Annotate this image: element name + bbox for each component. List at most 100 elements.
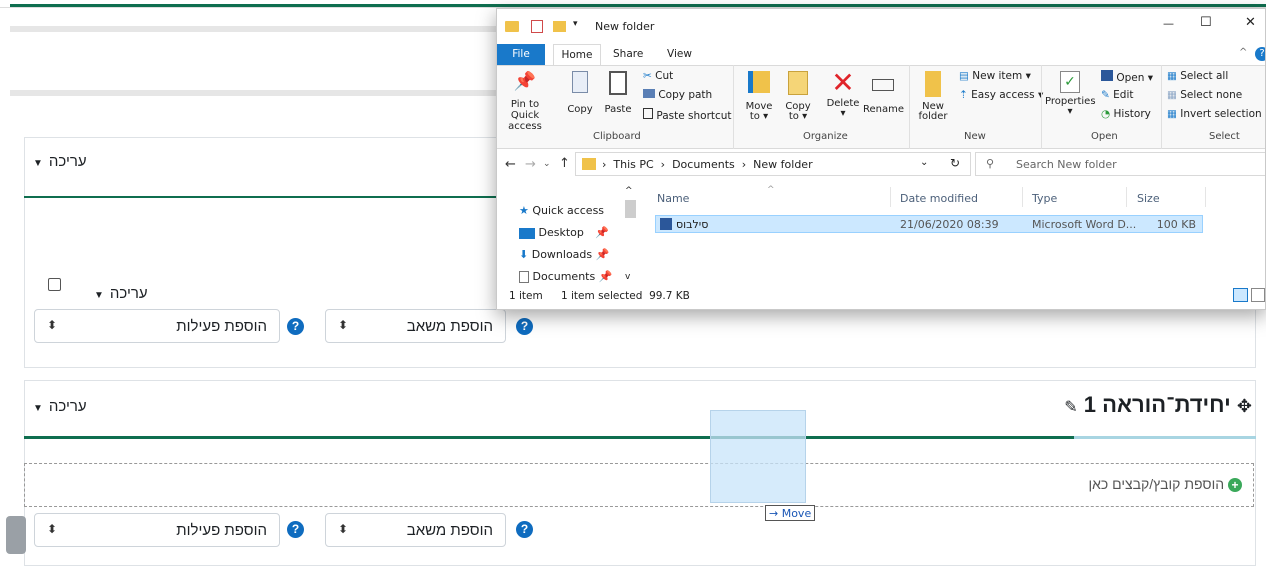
column-header-size[interactable]: Size: [1137, 192, 1160, 205]
up-icon[interactable]: ↑: [559, 156, 570, 171]
copy-path-button[interactable]: Copy path: [643, 89, 712, 101]
caret-down-icon: ▼: [94, 290, 104, 301]
column-header-name[interactable]: Name: [657, 192, 689, 205]
properties-icon: ✓: [1060, 71, 1080, 93]
minimize-button[interactable]: —: [1163, 17, 1174, 30]
close-button[interactable]: ✕: [1245, 15, 1256, 30]
add-activity-select[interactable]: ⬍ הוספת פעילות: [34, 309, 280, 343]
column-header-type[interactable]: Type: [1032, 192, 1057, 205]
select-arrow-icon: ⬍: [47, 318, 58, 332]
pin-icon: 📌: [595, 226, 610, 239]
move-to-icon: [748, 71, 770, 93]
file-drop-zone[interactable]: [24, 463, 1254, 507]
refresh-icon[interactable]: ↻: [950, 156, 960, 170]
help-icon[interactable]: ?: [287, 318, 304, 335]
word-doc-icon: [660, 218, 672, 230]
scroll-thumb[interactable]: [625, 200, 636, 218]
help-icon[interactable]: ?: [516, 521, 533, 538]
help-icon[interactable]: ?: [287, 521, 304, 538]
address-dropdown-icon[interactable]: ⌄: [920, 157, 928, 168]
rename-button[interactable]: Rename: [863, 71, 904, 115]
move-icon[interactable]: ✥: [1237, 396, 1252, 416]
properties-button[interactable]: ✓ Properties ▾: [1045, 71, 1096, 117]
select-all-icon: ▦: [1167, 70, 1177, 82]
select-none-icon: ▦: [1167, 89, 1177, 101]
delete-button[interactable]: ✕ Delete ▾: [823, 67, 863, 119]
back-icon[interactable]: ←: [505, 157, 516, 172]
drawer-toggle-handle[interactable]: [6, 516, 26, 554]
forward-icon[interactable]: →: [525, 157, 536, 172]
add-activity-select[interactable]: ⬍ הוספת פעילות: [34, 513, 280, 547]
history-icon: ◔: [1101, 108, 1111, 120]
tab-home[interactable]: Home: [553, 44, 601, 66]
group-label-select: Select: [1209, 131, 1240, 142]
large-icons-view-icon[interactable]: [1251, 288, 1265, 302]
easy-access-icon: ⇡: [959, 89, 968, 101]
file-explorer-window[interactable]: ▾ New folder — ☐ ✕ File Home Share View …: [496, 8, 1266, 310]
new-folder-button[interactable]: New folder: [915, 71, 951, 122]
nav-scrollbar[interactable]: ^ v: [623, 186, 637, 286]
column-divider[interactable]: [1126, 187, 1127, 207]
activity-edit-menu[interactable]: ▼ עריכה: [94, 285, 148, 302]
copy-button[interactable]: Copy: [565, 71, 595, 115]
recent-dropdown-icon[interactable]: ⌄: [543, 159, 551, 169]
history-button[interactable]: ◔ History: [1101, 108, 1151, 120]
folder-icon: [582, 158, 596, 170]
edit-icon: ✎: [1101, 89, 1110, 101]
details-view-icon[interactable]: [1233, 288, 1248, 302]
invert-selection-button[interactable]: ▦ Invert selection: [1167, 108, 1262, 120]
search-input[interactable]: Search New folder: [1016, 158, 1117, 171]
new-item-icon: ▤: [959, 70, 969, 82]
column-divider[interactable]: [890, 187, 891, 207]
drop-zone-label: + הוספת קובץ/קבצים כאן: [1088, 476, 1242, 492]
address-bar[interactable]: › This PC › Documents › New folder ⌄ ↻: [575, 152, 971, 176]
scroll-up-icon[interactable]: ^: [625, 186, 633, 196]
column-header-date[interactable]: Date modified: [900, 192, 978, 205]
breadcrumb[interactable]: › This PC › Documents › New folder: [602, 158, 813, 171]
nav-downloads[interactable]: ⬇ Downloads 📌: [519, 248, 609, 261]
file-row[interactable]: סילבוס 21/06/2020 08:39 Microsoft Word D…: [655, 215, 1203, 233]
edit-button[interactable]: ✎ Edit: [1101, 89, 1134, 101]
maximize-button[interactable]: ☐: [1200, 15, 1212, 30]
paste-button[interactable]: Paste: [603, 71, 633, 115]
pencil-icon[interactable]: ✎: [1064, 399, 1077, 416]
nav-desktop[interactable]: Desktop 📌: [519, 226, 609, 239]
column-divider[interactable]: [1022, 187, 1023, 207]
help-icon[interactable]: ?: [1255, 47, 1265, 61]
section-edit-menu[interactable]: ▼ עריכה: [33, 153, 87, 170]
star-icon: ★: [519, 204, 529, 217]
group-label-clipboard: Clipboard: [593, 131, 641, 142]
scroll-down-icon[interactable]: v: [625, 272, 630, 282]
nav-documents[interactable]: Documents 📌: [519, 270, 612, 283]
easy-access-button[interactable]: ⇡ Easy access ▾: [959, 89, 1043, 101]
add-resource-select[interactable]: ⬍ הוספת משאב: [325, 513, 506, 547]
new-folder-qat-icon[interactable]: [553, 21, 566, 32]
status-selection: 1 item selected 99.7 KB: [561, 290, 690, 302]
select-none-button[interactable]: ▦ Select none: [1167, 89, 1242, 101]
pin-quick-access-button[interactable]: 📌 Pin to Quick access: [499, 71, 551, 132]
tab-file[interactable]: File: [497, 44, 545, 65]
collapse-ribbon-icon[interactable]: ^: [1239, 47, 1247, 58]
cut-button[interactable]: ✂ Cut: [643, 70, 673, 82]
move-to-button[interactable]: Move to ▾: [741, 71, 777, 122]
file-date: 21/06/2020 08:39: [900, 218, 999, 231]
tab-view[interactable]: View: [667, 44, 692, 65]
section-edit-menu[interactable]: ▼ עריכה: [33, 398, 87, 415]
nav-quick-access[interactable]: ★ Quick access: [519, 204, 604, 217]
search-box[interactable]: ⚲ Search New folder: [975, 152, 1265, 176]
open-button[interactable]: Open ▾: [1101, 70, 1153, 84]
paste-shortcut-button[interactable]: Paste shortcut: [643, 108, 732, 122]
sort-ascending-icon: ^: [767, 185, 775, 195]
documents-icon: [519, 271, 529, 283]
add-resource-select[interactable]: ⬍ הוספת משאב: [325, 309, 506, 343]
column-divider[interactable]: [1205, 187, 1206, 207]
properties-qat-icon[interactable]: [531, 20, 543, 33]
select-all-button[interactable]: ▦ Select all: [1167, 70, 1228, 82]
select-checkbox[interactable]: [48, 278, 61, 291]
help-icon[interactable]: ?: [516, 318, 533, 335]
qat-dropdown-icon[interactable]: ▾: [573, 19, 578, 29]
new-item-button[interactable]: ▤ New item ▾: [959, 70, 1031, 82]
copy-to-button[interactable]: Copy to ▾: [781, 71, 815, 122]
tab-share[interactable]: Share: [613, 44, 643, 65]
ribbon-separator: [909, 65, 910, 149]
